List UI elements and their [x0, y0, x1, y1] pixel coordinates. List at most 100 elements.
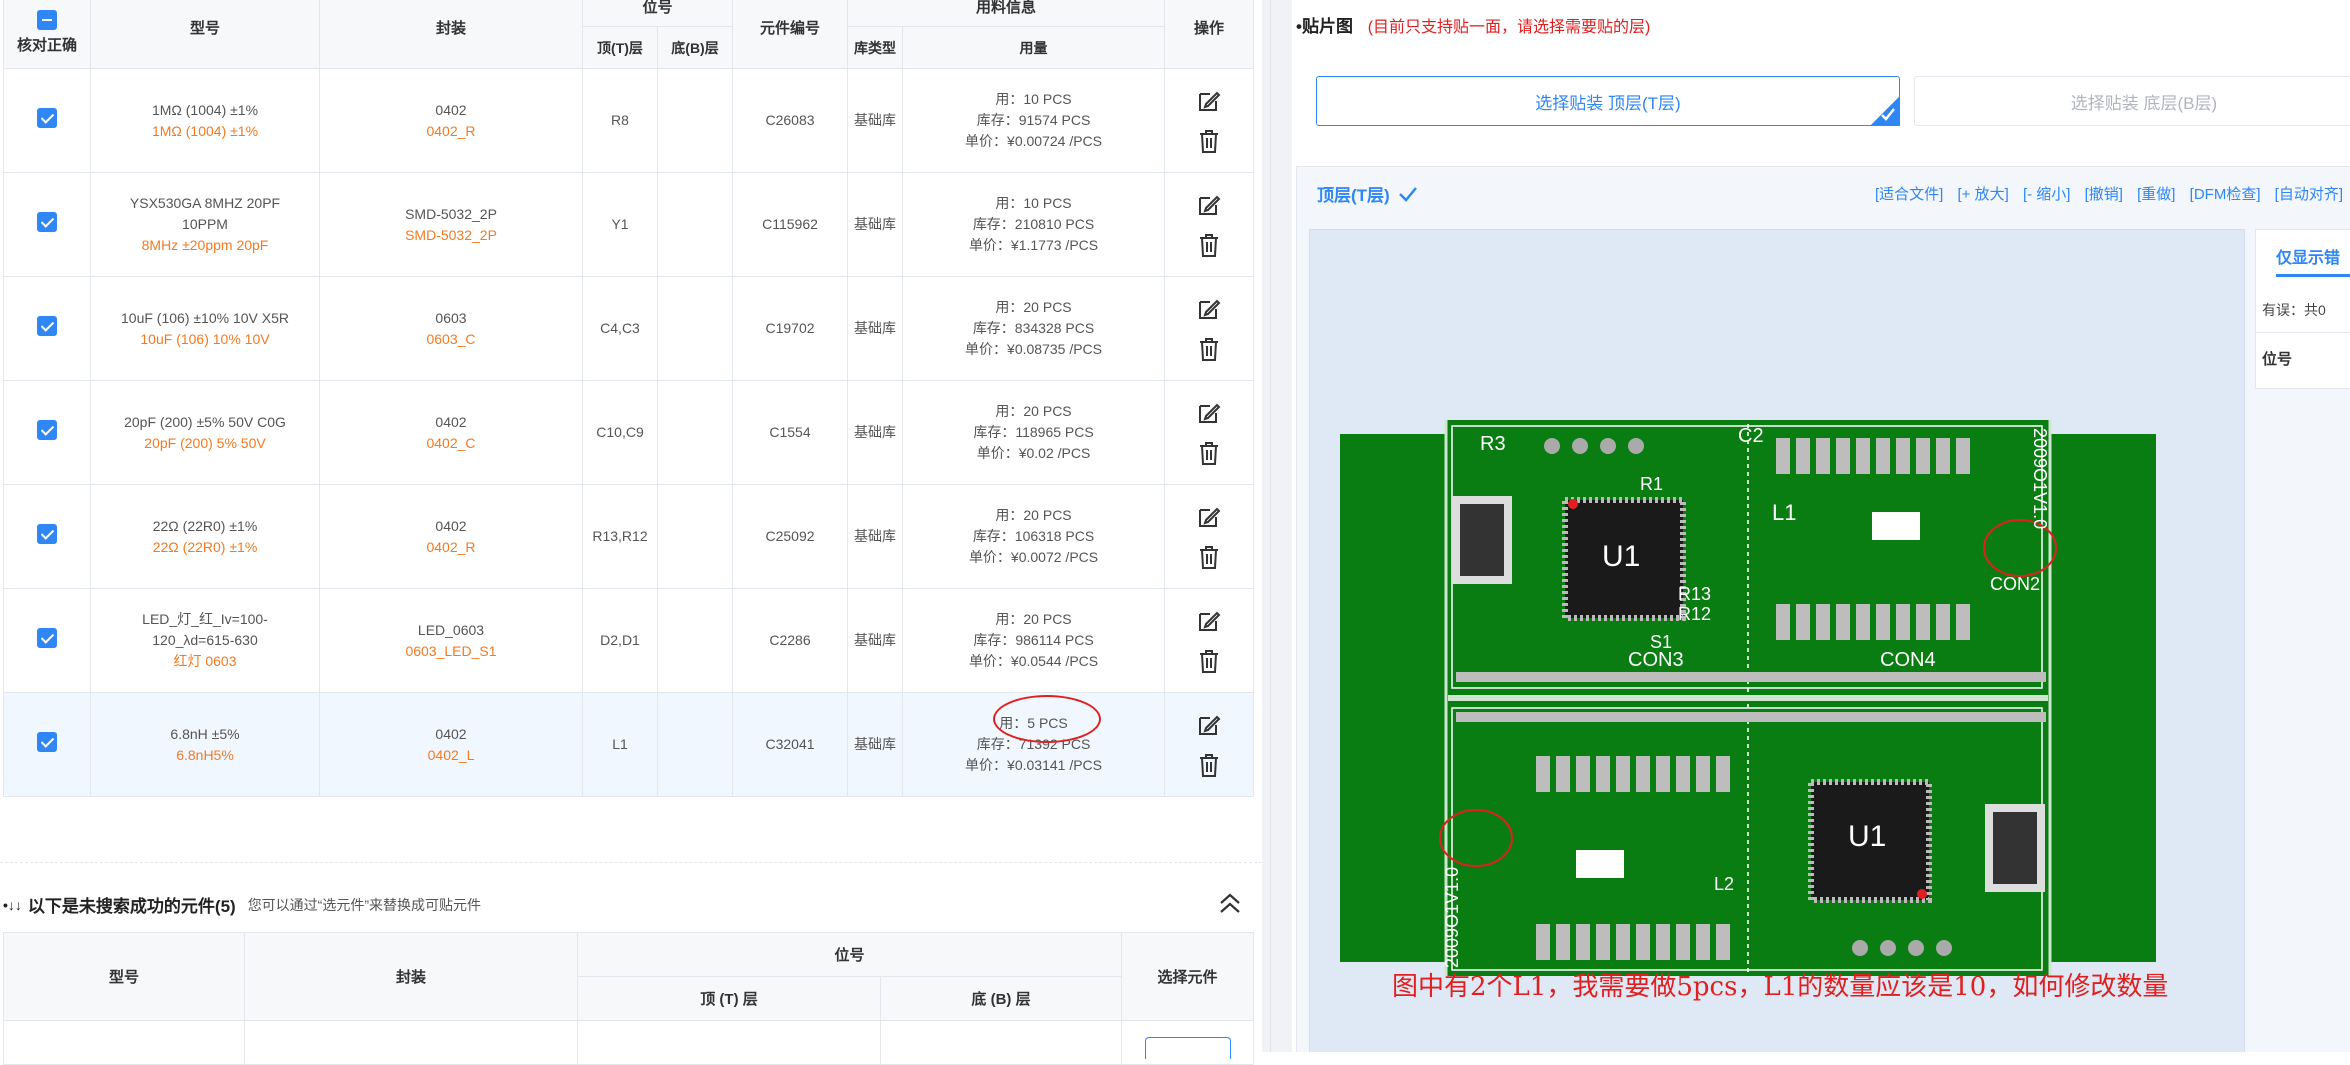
viewer-toolbar: [适合文件] [+ 放大] [- 缩小] [撤销] [重做] [DFM检查] [… [1875, 183, 2350, 204]
lib-type: 基础库 [847, 276, 904, 381]
pcb-label-c2: C2 [1738, 425, 1764, 447]
unit-price: 单价：¥0.03141 /PCS [965, 757, 1102, 773]
header-package: 封装 [319, 0, 583, 69]
collapse-icon[interactable] [1218, 892, 1242, 916]
edit-icon[interactable] [1196, 400, 1222, 426]
missing-header-model: 型号 [3, 932, 245, 1021]
row-checkbox[interactable] [37, 315, 57, 336]
trash-icon[interactable] [1197, 336, 1221, 362]
row-checkbox[interactable] [37, 731, 57, 752]
unit-price: 单价：¥0.02 /PCS [976, 445, 1091, 461]
package-name: 0603 [435, 309, 467, 326]
select-part-button[interactable] [1144, 1037, 1231, 1059]
bom-row: 6.8nH ±5% 6.8nH5% 0402 0402_L L1 C32041 基础库 用：5… [3, 692, 1255, 797]
edit-icon[interactable] [1196, 712, 1222, 738]
bottom-designator [656, 276, 734, 381]
header-action: 操作 [1164, 0, 1255, 69]
select-all-checkbox[interactable] [37, 10, 57, 30]
tool-zoom-in[interactable]: [+ 放大] [1958, 186, 2009, 203]
usage-qty: 用：20 PCS [995, 611, 1072, 627]
row-checkbox[interactable] [37, 419, 57, 440]
top-designator: C10,C9 [582, 380, 658, 485]
section-divider [0, 862, 1262, 863]
pcb-label-con2: CON2 [1990, 574, 2040, 594]
model-name: 10uF (106) ±10% 10V X5R [121, 309, 289, 326]
pcb-label-l2: L2 [1714, 874, 1734, 894]
edit-icon[interactable] [1196, 296, 1222, 322]
bom-row: 20pF (200) ±5% 50V C0G 20pF (200) 5% 50V 0… [3, 380, 1255, 485]
edit-icon[interactable] [1196, 504, 1222, 530]
part-number: C2286 [732, 588, 849, 693]
package-alt: 0402_L [427, 746, 475, 763]
package-alt: 0402_C [426, 434, 476, 451]
tool-dfm[interactable]: [DFM检查] [2190, 186, 2261, 203]
part-number: C26083 [732, 68, 849, 173]
package-name: 0402 [435, 101, 467, 118]
usage-qty: 用：20 PCS [995, 403, 1072, 419]
model-name: LED_灯_红_Iv=100-120_λd=615-630 [142, 611, 268, 648]
tool-zoom-out[interactable]: [- 缩小] [2023, 186, 2071, 203]
stock-qty: 库存：106318 PCS [972, 528, 1095, 544]
edit-icon[interactable] [1196, 88, 1222, 114]
missing-table: 型号 封装 位号 选择元件 顶 (T) 层 底 (B) 层 [3, 932, 1255, 1065]
package-alt: 0603_LED_S1 [405, 642, 497, 659]
header-material: 用料信息 [847, 0, 1166, 27]
bom-row: 1MΩ (1004) ±1% 1MΩ (1004) ±1% 0402 0402_R R8… [3, 68, 1255, 173]
model-name: 1MΩ (1004) ±1% [151, 101, 259, 118]
tab-only-errors[interactable]: 仅显示错 [2276, 244, 2340, 268]
tool-fit[interactable]: [适合文件] [1875, 186, 1943, 203]
trash-icon[interactable] [1197, 648, 1221, 674]
select-top-layer-button[interactable]: 选择贴装 顶层(T层) [1316, 76, 1900, 126]
edit-icon[interactable] [1196, 608, 1222, 634]
part-number: C115962 [732, 172, 849, 277]
row-checkbox[interactable] [37, 107, 57, 128]
stock-qty: 库存：118965 PCS [973, 424, 1094, 440]
bom-row: 10uF (106) ±10% 10V X5R 10uF (106) 10% 10… [3, 276, 1255, 381]
unit-price: 单价：¥0.00724 /PCS [965, 133, 1102, 149]
trash-icon[interactable] [1197, 128, 1221, 154]
model-name: 6.8nH ±5% [170, 725, 240, 742]
header-model: 型号 [90, 0, 320, 69]
missing-header-bottom: 底 (B) 层 [879, 976, 1123, 1021]
row-checkbox[interactable] [37, 627, 57, 648]
usage-qty: 用：10 PCS [995, 195, 1072, 211]
tool-redo[interactable]: [重做] [2137, 186, 2175, 203]
trash-icon[interactable] [1197, 440, 1221, 466]
pcb-label-r1: R1 [1640, 474, 1663, 494]
package-alt: 0402_R [426, 122, 476, 139]
panel-divider[interactable] [1262, 0, 1292, 1052]
bottom-designator [656, 68, 734, 173]
pcb-image: U1 U1 L1 R3 C2 CON3 CON4 CON2 R12 R13 S1… [1340, 420, 2156, 976]
pcb-label-con4: CON4 [1880, 649, 1936, 671]
select-bottom-layer-button[interactable]: 选择贴装 底层(B层) [1914, 76, 2350, 126]
pcb-label-s1: S1 [1650, 632, 1672, 652]
bottom-designator [656, 588, 734, 693]
row-checkbox[interactable] [37, 211, 57, 232]
tool-undo[interactable]: [撤销] [2085, 186, 2123, 203]
error-count: 有误：共0 [2262, 302, 2326, 318]
tool-auto-align[interactable]: [自动对齐] [2275, 186, 2343, 203]
part-number: C32041 [732, 692, 849, 797]
check-icon [1398, 186, 1417, 202]
model-alt: 红灯 0603 [173, 653, 237, 669]
lib-type: 基础库 [847, 68, 904, 173]
trash-icon[interactable] [1197, 544, 1221, 570]
trash-icon[interactable] [1197, 232, 1221, 258]
model-name: 20pF (200) ±5% 50V C0G [124, 413, 286, 430]
pcb-canvas[interactable]: U1 U1 L1 R3 C2 CON3 CON4 CON2 R12 R13 S1… [1309, 229, 2245, 1052]
bom-row: LED_灯_红_Iv=100-120_λd=615-630 红灯 0603 LED_… [3, 588, 1255, 693]
header-lib-type: 库类型 [847, 26, 904, 69]
header-part-no: 元件编号 [732, 0, 849, 69]
package-name: SMD-5032_2P [405, 205, 497, 222]
bottom-designator [656, 484, 734, 589]
row-checkbox[interactable] [37, 523, 57, 544]
model-name: 22Ω (22R0) ±1% [152, 517, 258, 534]
header-designator: 位号 [581, 0, 734, 27]
pcb-label-date-bottom: 2009O1V1.0 [1442, 867, 1462, 968]
trash-icon[interactable] [1197, 752, 1221, 778]
smt-title: •贴片图 (目前只支持贴一面，请选择需要贴的层) [1296, 17, 1651, 36]
smt-panel: •贴片图 (目前只支持贴一面，请选择需要贴的层) 选择贴装 顶层(T层) 选择贴… [1292, 0, 2350, 1052]
edit-icon[interactable] [1196, 192, 1222, 218]
package-name: 0402 [435, 413, 467, 430]
package-name: 0402 [435, 725, 467, 742]
